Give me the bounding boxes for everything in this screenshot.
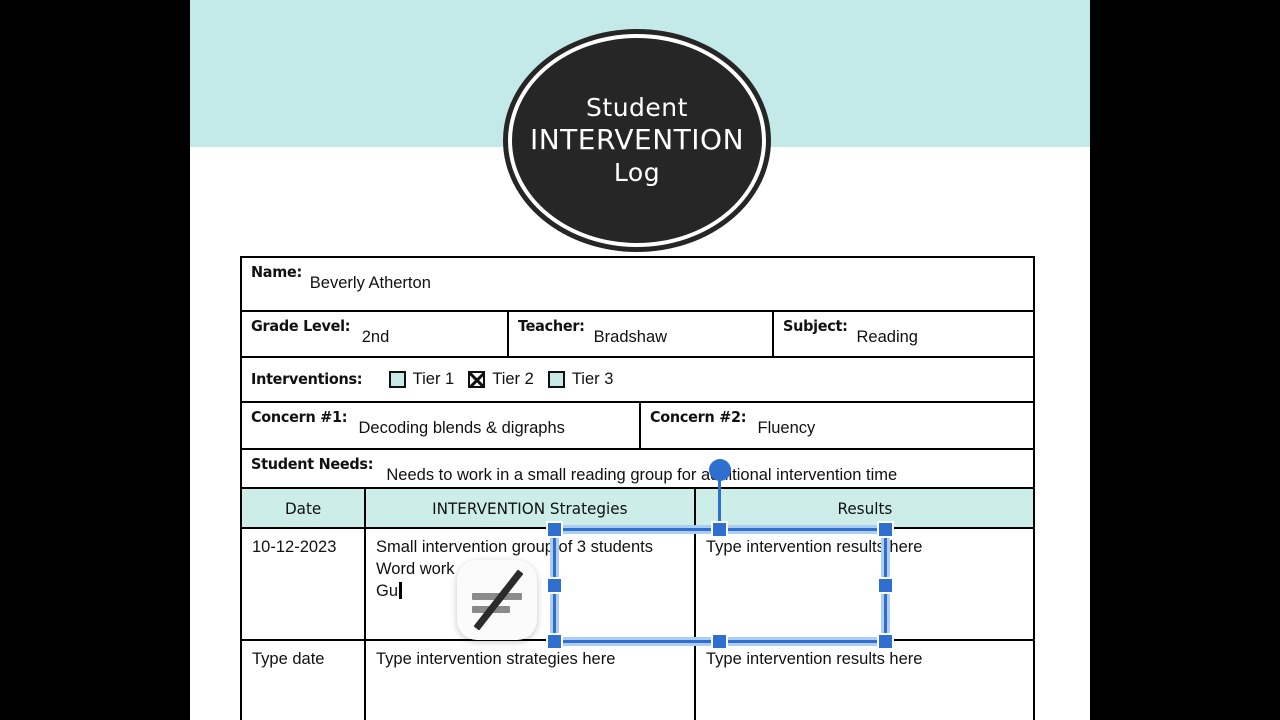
table-row: Type date Type intervention strategies h… [242, 641, 1033, 720]
name-label: Name: [251, 263, 302, 281]
tier-2-label: Tier 2 [492, 370, 534, 388]
logo-line-3: Log [613, 157, 661, 187]
strikethrough-lines-icon [457, 560, 537, 640]
name-field-cell[interactable]: Name: Beverly Atherton [242, 258, 1033, 310]
tier-1-option[interactable]: Tier 1 [388, 370, 455, 389]
tier-2-option[interactable]: Tier 2 [468, 370, 534, 389]
log-cell-date-2[interactable]: Type date [242, 641, 364, 720]
icon-slash [473, 569, 524, 631]
tier-3-checkbox[interactable] [547, 371, 565, 388]
interventions-label: Interventions: [251, 370, 363, 389]
logo-line-2: INTERVENTION [529, 123, 745, 157]
log-header-strategies: INTERVENTION Strategies [364, 489, 694, 527]
table-row: 10-12-2023 Small intervention group of 3… [242, 529, 1033, 641]
concern2-value[interactable]: Fluency [758, 409, 816, 437]
name-value[interactable]: Beverly Atherton [310, 264, 431, 292]
log-cell-results-2[interactable]: Type intervention results here [694, 641, 1033, 720]
teacher-label: Teacher: [518, 317, 585, 335]
concern1-label: Concern #1: [251, 408, 348, 426]
tier-1-checkbox[interactable] [388, 371, 406, 388]
logo-line-1: Student [586, 92, 688, 122]
student-needs-label: Student Needs: [251, 455, 374, 473]
log-strategies-value-2[interactable]: Type intervention strategies here [376, 650, 615, 668]
log-results-value-2[interactable]: Type intervention results here [706, 650, 922, 668]
grade-field-cell[interactable]: Grade Level: 2nd [242, 312, 507, 356]
concern2-label: Concern #2: [650, 408, 747, 426]
log-header-date-text: Date [284, 498, 322, 518]
interventions-cell: Interventions: Tier 1 Tier 2 Tier 3 [242, 358, 1033, 401]
log-header-results-text: Results [837, 498, 892, 518]
student-info-form: Name: Beverly Atherton Grade Level: 2nd … [240, 256, 1035, 496]
grade-value[interactable]: 2nd [362, 318, 390, 346]
log-cell-strategies-2[interactable]: Type intervention strategies here [364, 641, 694, 720]
log-results-value-1[interactable]: Type intervention results here [706, 538, 922, 556]
tier-3-label: Tier 3 [571, 370, 614, 388]
form-row-concerns: Concern #1: Decoding blends & digraphs C… [242, 403, 1033, 450]
screen: Student INTERVENTION Log Name: Beverly A… [0, 0, 1280, 720]
document-page: Student INTERVENTION Log Name: Beverly A… [190, 0, 1090, 720]
concern1-value[interactable]: Decoding blends & digraphs [359, 409, 565, 437]
text-cursor [399, 581, 403, 599]
form-row-interventions: Interventions: Tier 1 Tier 2 Tier 3 [242, 358, 1033, 403]
log-header-date: Date [242, 489, 364, 527]
tier-checkbox-group: Tier 1 Tier 2 Tier 3 [375, 370, 614, 389]
subject-field-cell[interactable]: Subject: Reading [772, 312, 1033, 356]
form-row-name: Name: Beverly Atherton [242, 258, 1033, 312]
concern1-field-cell[interactable]: Concern #1: Decoding blends & digraphs [242, 403, 639, 448]
tier-1-label: Tier 1 [412, 370, 455, 388]
letterbox-left [0, 0, 190, 720]
log-header-results: Results [694, 489, 1033, 527]
form-row-grade-teacher-subject: Grade Level: 2nd Teacher: Bradshaw Subje… [242, 312, 1033, 358]
tier-2-checkbox[interactable] [468, 371, 486, 388]
document-logo: Student INTERVENTION Log [512, 38, 762, 243]
student-needs-value[interactable]: Needs to work in a small reading group f… [386, 456, 897, 484]
teacher-field-cell[interactable]: Teacher: Bradshaw [507, 312, 772, 356]
letterbox-right [1090, 0, 1280, 720]
log-cell-results-1[interactable]: Type intervention results here [694, 529, 1033, 639]
tier-3-option[interactable]: Tier 3 [547, 370, 614, 389]
log-date-value-2[interactable]: Type date [252, 650, 324, 668]
log-date-value-1[interactable]: 10-12-2023 [252, 538, 336, 556]
log-cell-date-1[interactable]: 10-12-2023 [242, 529, 364, 639]
concern2-field-cell[interactable]: Concern #2: Fluency [639, 403, 1033, 448]
subject-label: Subject: [783, 317, 848, 335]
log-table-header-row: Date INTERVENTION Strategies Results [242, 487, 1033, 529]
subject-value[interactable]: Reading [857, 318, 918, 346]
intervention-log-table: Date INTERVENTION Strategies Results 10-… [240, 487, 1035, 720]
log-header-strategies-text: INTERVENTION Strategies [432, 498, 628, 518]
grade-label: Grade Level: [251, 317, 351, 335]
teacher-value[interactable]: Bradshaw [594, 318, 667, 346]
